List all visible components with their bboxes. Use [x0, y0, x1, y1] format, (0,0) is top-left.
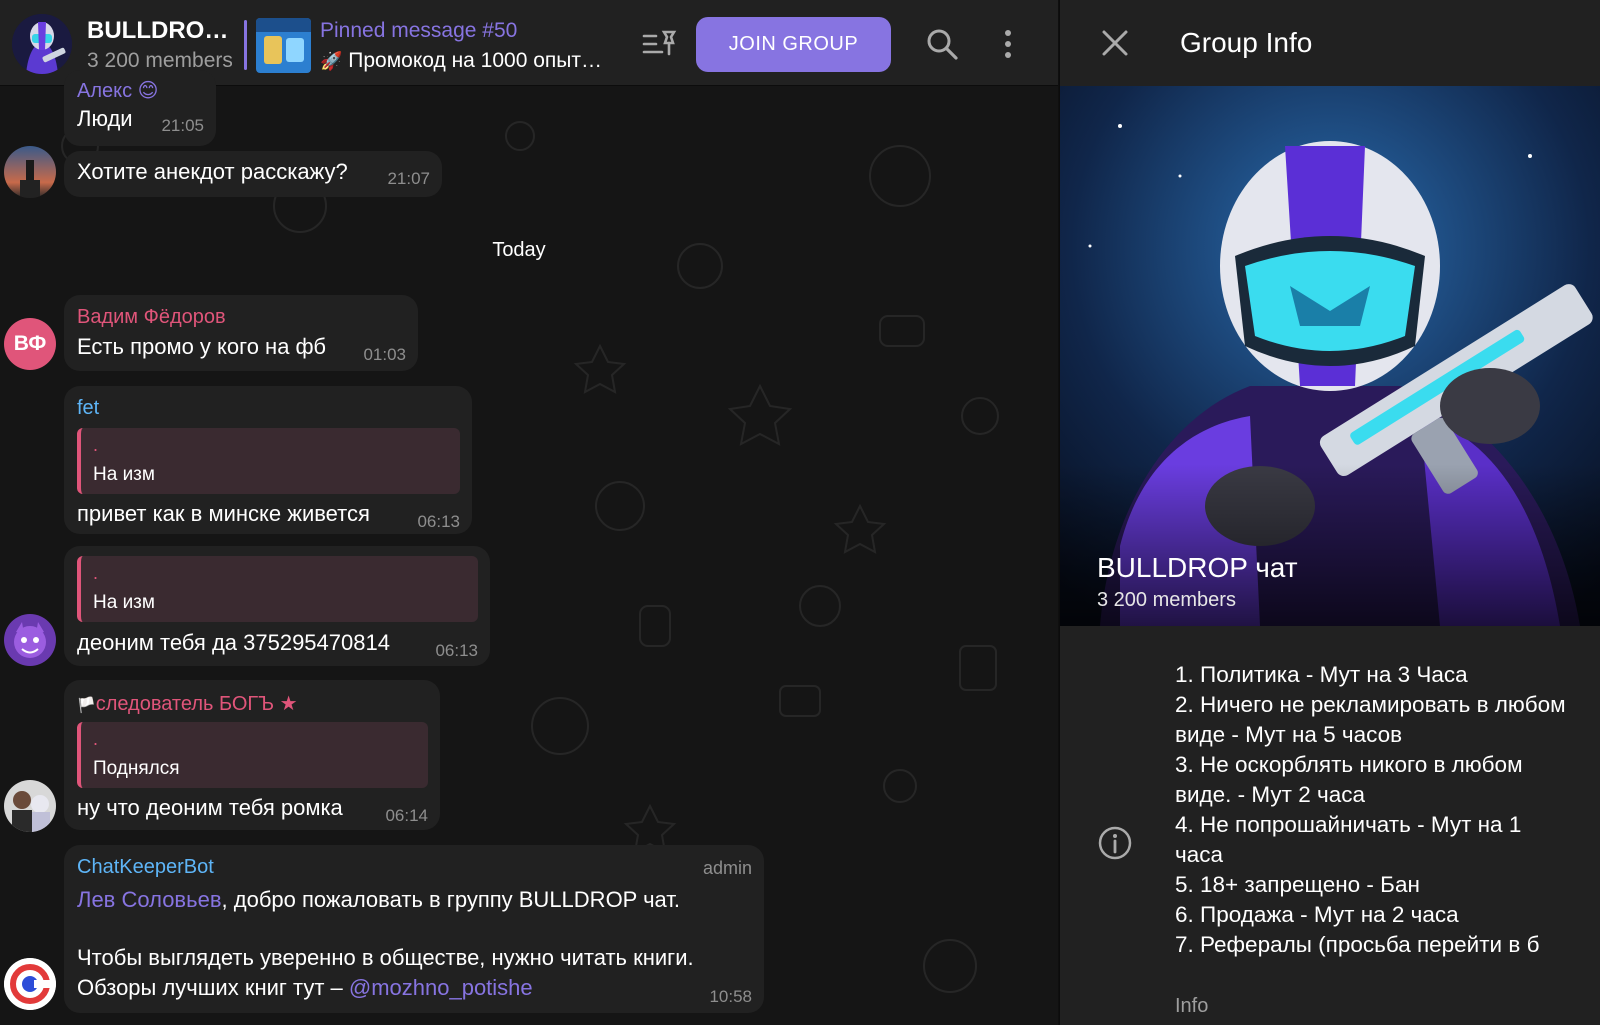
- message-bubble[interactable]: Вадим Фёдоров Есть промо у кого на фб 01…: [64, 295, 418, 371]
- group-title[interactable]: BULLDROP чат: [87, 17, 232, 45]
- info-icon: [1098, 826, 1132, 860]
- message-bubble[interactable]: fet . На изм привет как в минске живется…: [64, 386, 472, 534]
- message-bubble[interactable]: Хотите анекдот расскажу? 21:07: [64, 151, 442, 197]
- message-text: Люди: [77, 106, 133, 131]
- reply-quote[interactable]: . Поднялся: [77, 722, 428, 788]
- user-mention-link[interactable]: Лев Соловьев: [77, 887, 222, 912]
- group-info-header: Group Info: [1060, 0, 1600, 86]
- message-bubble[interactable]: Алекс 😊 Люди 21:05: [64, 70, 216, 146]
- reply-author: .: [93, 435, 99, 455]
- join-group-button[interactable]: JOIN GROUP: [696, 17, 891, 72]
- date-separator: Today: [492, 239, 546, 261]
- rule-item: 2. Ничего не рекламировать в любом виде …: [1175, 692, 1566, 747]
- message-text: Лев Соловьев, добро пожаловать в группу …: [77, 887, 681, 912]
- message-text: привет как в минске живется: [77, 501, 370, 526]
- message-time: 21:05: [161, 116, 204, 135]
- message-bubble[interactable]: ChatKeeperBot admin Лев Соловьев, добро …: [64, 845, 764, 1013]
- rocket-icon: 🚀: [320, 51, 343, 71]
- message-text: деоним тебя да 375295470814: [77, 630, 390, 655]
- reply-text: На изм: [93, 464, 155, 485]
- admin-badge: admin: [702, 858, 752, 878]
- message-time: 06:14: [385, 806, 428, 825]
- pinned-list-icon[interactable]: [642, 28, 678, 60]
- message-time: 21:07: [387, 169, 430, 188]
- message-time: 06:13: [417, 512, 460, 531]
- message-text: Обзоры лучших книг тут – @mozhno_potishe: [77, 975, 533, 1000]
- rule-item: 5. 18+ запрещено - Бан: [1175, 872, 1420, 897]
- rule-item: 4. Не попрошайничать - Мут на 1 часа: [1175, 812, 1522, 867]
- info-label: Info: [1175, 995, 1209, 1017]
- group-members: 3 200 members: [1097, 589, 1236, 611]
- reply-quote[interactable]: . На изм: [77, 428, 460, 494]
- message-bubble[interactable]: . На изм деоним тебя да 375295470814 06:…: [64, 546, 490, 666]
- group-profile-photo[interactable]: [1060, 86, 1600, 626]
- avatar-initials: ВФ: [13, 332, 47, 355]
- bot-avatar[interactable]: [4, 958, 56, 1010]
- message-text: Есть промо у кого на фб: [77, 334, 326, 359]
- message-time: 06:13: [435, 641, 478, 660]
- star-icon: ★: [279, 693, 298, 715]
- sender-name[interactable]: 🏳️следователь БОГЪ ★: [77, 691, 298, 716]
- reply-author: .: [93, 729, 99, 749]
- group-info-panel: Group Info BULLDROP чат 3 200 members 1.…: [1059, 0, 1600, 1025]
- message-text: Хотите анекдот расскажу?: [77, 159, 348, 184]
- user-avatar[interactable]: [4, 780, 56, 832]
- more-options-icon[interactable]: [996, 26, 1020, 62]
- user-avatar-initials[interactable]: ВФ: [4, 318, 56, 370]
- sender-name[interactable]: Вадим Фёдоров: [77, 306, 226, 329]
- rule-item: 6. Продажа - Мут на 2 часа: [1175, 902, 1459, 927]
- message-time: 01:03: [363, 345, 406, 364]
- reply-text: На изм: [93, 592, 155, 613]
- pinned-message-title[interactable]: Pinned message #50: [320, 19, 517, 43]
- group-name: BULLDROP чат: [1097, 552, 1298, 583]
- channel-link[interactable]: @mozhno_potishe: [349, 975, 533, 1000]
- reply-quote[interactable]: . На изм: [77, 556, 478, 622]
- chat-area: BULLDROP чат 3 200 members Pinned messag…: [0, 0, 1058, 1025]
- pinned-message-preview[interactable]: 🚀 Промокод на 1000 опыт…: [320, 49, 620, 73]
- rule-item: 7. Рефералы (просьба перейти в б: [1175, 932, 1540, 957]
- user-avatar[interactable]: [4, 146, 56, 198]
- pinned-indicator-bar: [244, 20, 247, 70]
- rule-item: 3. Не оскорблять никого в любом виде. - …: [1175, 752, 1523, 807]
- group-avatar[interactable]: [12, 14, 72, 74]
- reply-text: Поднялся: [93, 758, 180, 779]
- rule-item: 1. Политика - Мут на 3 Часа: [1175, 662, 1468, 687]
- sender-name[interactable]: Алекс 😊: [77, 78, 159, 103]
- flag-icon: 🏳️: [77, 697, 96, 714]
- panel-title: Group Info: [1180, 27, 1313, 58]
- pinned-message-thumbnail[interactable]: [256, 18, 311, 73]
- search-icon[interactable]: [925, 27, 959, 61]
- message-text: ну что деоним тебя ромка: [77, 795, 343, 820]
- close-icon[interactable]: [1100, 28, 1130, 58]
- reply-author: .: [93, 563, 99, 583]
- message-time: 10:58: [709, 987, 752, 1006]
- sender-name[interactable]: fet: [77, 397, 99, 420]
- group-description: 1. Политика - Мут на 3 Часа 2. Ничего не…: [1175, 660, 1575, 960]
- user-avatar[interactable]: [4, 614, 56, 666]
- message-bubble[interactable]: 🏳️следователь БОГЪ ★ . Поднялся ну что д…: [64, 680, 440, 830]
- message-text: Чтобы выглядеть уверенно в обществе, нуж…: [77, 945, 694, 970]
- sender-name[interactable]: ChatKeeperBot: [77, 856, 214, 879]
